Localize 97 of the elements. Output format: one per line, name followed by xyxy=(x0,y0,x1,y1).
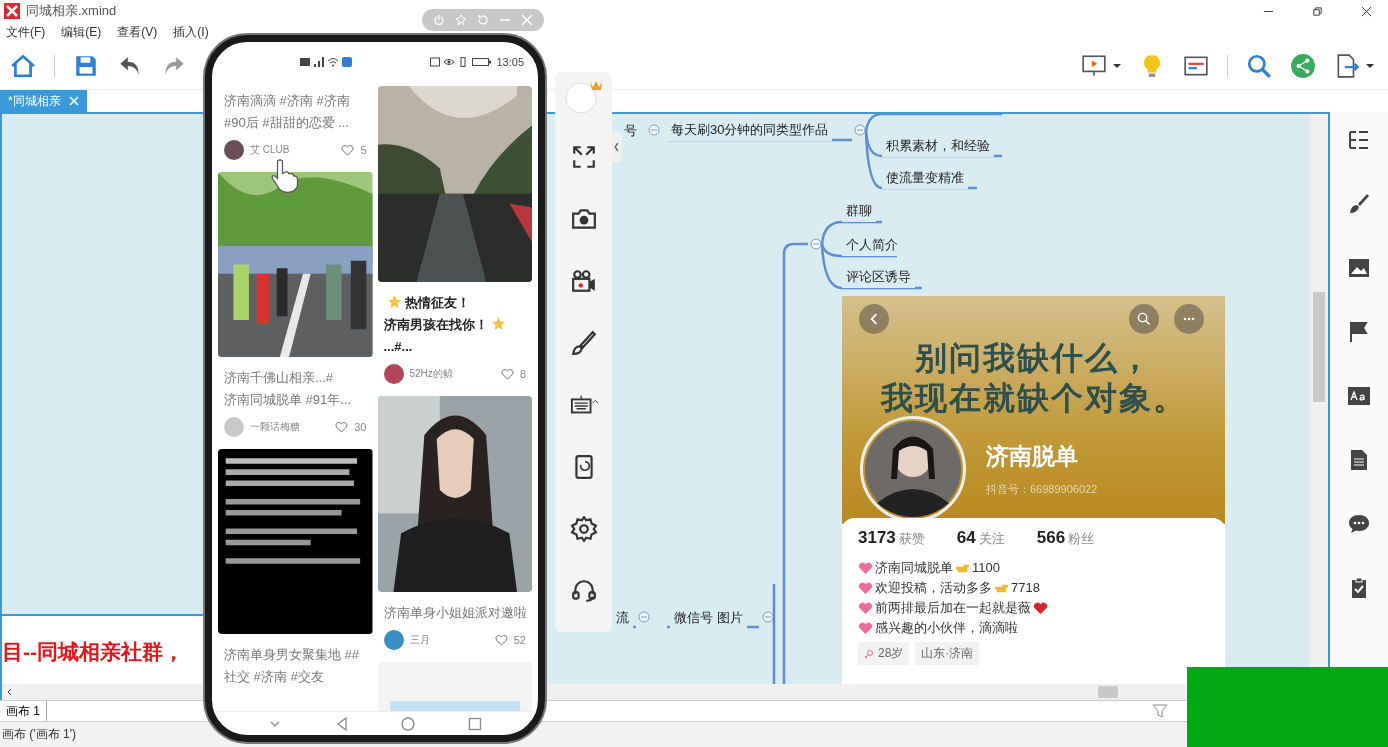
cover-text: 我现在就缺个对象。 xyxy=(880,379,1187,418)
stat-value: 64 xyxy=(956,528,976,548)
post-title[interactable]: 热情征友！济南男孩在找你！ ...#... xyxy=(383,292,526,358)
image-icon[interactable] xyxy=(1347,256,1371,280)
bio-number: 7718 xyxy=(1011,579,1040,597)
vibrate-icon xyxy=(458,57,469,67)
author-name: 艾 CLUB xyxy=(250,143,290,157)
stat-value: 566 xyxy=(1036,528,1066,548)
bio-number: 1100 xyxy=(972,559,1000,577)
more-icon xyxy=(1182,317,1196,321)
more-button[interactable] xyxy=(1174,304,1204,334)
home-icon[interactable] xyxy=(401,716,416,731)
outline-icon[interactable] xyxy=(1347,128,1371,152)
menu-item[interactable]: 插入(I) xyxy=(173,23,209,41)
scroll-left-icon[interactable] xyxy=(6,688,14,696)
bio-text: 前两排最后加在一起就是薇 xyxy=(875,599,1031,617)
app-logo-icon xyxy=(4,3,20,19)
home-icon[interactable] xyxy=(10,52,36,79)
post-title[interactable]: 济南单身小姐姐派对邀啦 xyxy=(383,602,526,624)
avatar-icon xyxy=(224,417,244,437)
camera-icon[interactable] xyxy=(569,206,598,232)
like-count: 30 xyxy=(354,421,367,433)
scrollbar-thumb[interactable] xyxy=(1313,292,1325,402)
stat-label: 关注 xyxy=(978,530,1005,548)
collapse-icon[interactable] xyxy=(762,611,774,623)
menu-item[interactable]: 文件(F) xyxy=(6,23,46,41)
scrollbar-thumb[interactable] xyxy=(1098,686,1118,698)
author-name: 一颗话梅糖 xyxy=(250,420,300,434)
battery-icon xyxy=(472,57,493,67)
gender-icon xyxy=(864,648,874,659)
presentation-icon[interactable] xyxy=(1081,52,1107,79)
like-count: 5 xyxy=(360,144,367,156)
slogan-text: 目--同城相亲社群， xyxy=(2,639,184,665)
search-icon xyxy=(1137,312,1151,326)
recents-icon[interactable] xyxy=(467,716,482,731)
wifi-icon xyxy=(328,57,338,67)
stat-value: 3173 xyxy=(858,528,896,548)
like-icon[interactable] xyxy=(335,421,349,433)
back-button[interactable] xyxy=(859,304,889,334)
status-text: 画布 ('画布 1') xyxy=(2,726,76,743)
heart-icon xyxy=(858,621,873,635)
like-count: 8 xyxy=(519,368,526,380)
heart-icon xyxy=(1033,601,1048,615)
like-icon[interactable] xyxy=(494,634,508,646)
text-style-icon[interactable] xyxy=(1347,384,1371,408)
brush-icon[interactable] xyxy=(569,330,598,356)
author-name: 52Hz的鲸 xyxy=(409,367,453,381)
close-icon[interactable] xyxy=(1361,5,1372,17)
heart-icon xyxy=(858,601,873,615)
eye-icon xyxy=(444,57,455,67)
bio-text: 欢迎投稿，活动多多 xyxy=(875,579,992,597)
app-badge-icon xyxy=(342,57,352,67)
search-button[interactable] xyxy=(1129,304,1159,334)
menu-item[interactable]: 查看(V) xyxy=(117,23,158,41)
bio-text: 济南同城脱单 xyxy=(875,559,953,577)
signal-icon xyxy=(314,57,324,67)
avatar-icon xyxy=(383,630,404,650)
author-name: 三月 xyxy=(409,633,430,647)
hand-cursor-icon xyxy=(270,158,300,194)
like-icon[interactable] xyxy=(500,368,514,380)
cover-text: 别问我缺什么， xyxy=(914,339,1153,378)
profile-tag: 山东·济南 xyxy=(915,642,980,665)
headset-icon[interactable] xyxy=(569,578,598,604)
account-id: 抖音号：66989906022 xyxy=(986,482,1098,497)
heart-icon xyxy=(858,561,873,575)
profile-tag: 28岁 xyxy=(858,642,910,665)
star-icon xyxy=(491,317,505,330)
restore-icon[interactable] xyxy=(1312,5,1323,17)
avatar-icon xyxy=(383,364,404,384)
caret-icon[interactable] xyxy=(1113,61,1121,70)
comment-icon[interactable] xyxy=(1347,512,1371,536)
bio-text: 感兴趣的小伙伴，滴滴啦 xyxy=(875,619,1018,637)
post-title[interactable]: 济南单身男女聚集地 ##社交 #济南 #交友 xyxy=(224,644,367,688)
heart-icon xyxy=(858,581,873,595)
share-icon[interactable] xyxy=(1290,52,1316,79)
collapse-icon[interactable] xyxy=(810,238,822,250)
brush-icon[interactable] xyxy=(1347,192,1371,216)
clock-time: 13:05 xyxy=(496,56,524,68)
post-title[interactable]: 济南千佛山相亲...#济南同城脱单 #91年... xyxy=(224,367,367,411)
chevron-left-icon xyxy=(868,313,880,325)
collapse-tab-icon[interactable] xyxy=(612,132,622,162)
search-icon[interactable] xyxy=(1246,52,1272,79)
stat-label: 获赞 xyxy=(898,530,925,548)
avatar-icon xyxy=(224,140,244,160)
menu-item[interactable]: 编辑(E) xyxy=(61,23,102,41)
caret-icon[interactable] xyxy=(1366,61,1374,70)
window-title: 同城相亲.xmind xyxy=(26,2,117,20)
filter-icon[interactable] xyxy=(1152,703,1168,719)
post-title[interactable]: 济南滴滴 #济南 #济南 #90后 #甜甜的恋爱 ... xyxy=(224,90,367,134)
video-camera-icon[interactable] xyxy=(569,268,598,294)
star-icon xyxy=(387,295,401,308)
settings-icon[interactable] xyxy=(569,516,598,542)
like-icon[interactable] xyxy=(341,144,355,156)
like-count: 52 xyxy=(513,634,526,646)
profile-name: 济南脱单 xyxy=(986,442,1079,471)
stat-label: 粉丝 xyxy=(1068,530,1095,548)
collapse-icon[interactable] xyxy=(854,124,866,136)
